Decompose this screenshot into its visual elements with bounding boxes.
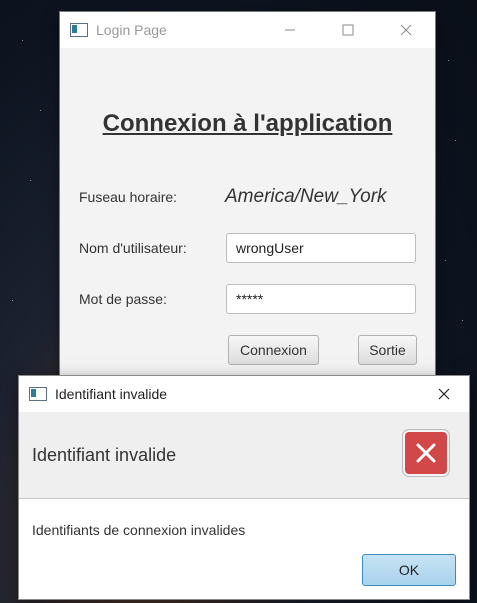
timezone-value: America/New_York [225,186,387,207]
dialog-header: Identifiant invalide [19,412,469,499]
minimize-icon[interactable] [261,12,319,48]
password-label: Mot de passe: [79,291,167,307]
window-app-icon [29,387,47,401]
window-controls [261,12,435,48]
login-titlebar[interactable]: Login Page [60,12,435,48]
close-icon[interactable] [419,376,469,412]
login-window: Login Page Connexion à l'application Fus… [60,12,435,392]
username-input[interactable]: wrongUser [226,233,416,263]
timezone-label: Fuseau horaire: [79,189,178,205]
maximize-icon[interactable] [319,12,377,48]
window-app-icon [70,23,88,37]
dialog-title: Identifiant invalide [55,386,168,402]
dialog-titlebar[interactable]: Identifiant invalide [19,376,469,412]
password-input[interactable]: ***** [226,284,416,314]
dialog-header-text: Identifiant invalide [32,445,177,465]
connect-button[interactable]: Connexion [228,335,319,365]
exit-button[interactable]: Sortie [358,335,417,365]
error-x-icon [403,430,449,476]
ok-button[interactable]: OK [362,554,456,586]
dialog-content-text: Identifiants de connexion invalides [32,522,246,538]
page-title: Connexion à l'application [102,110,393,137]
close-icon[interactable] [377,12,435,48]
username-label: Nom d'utilisateur: [79,240,187,256]
login-window-title: Login Page [96,22,167,38]
error-dialog: Identifiant invalide Identifiant invalid… [19,376,469,599]
